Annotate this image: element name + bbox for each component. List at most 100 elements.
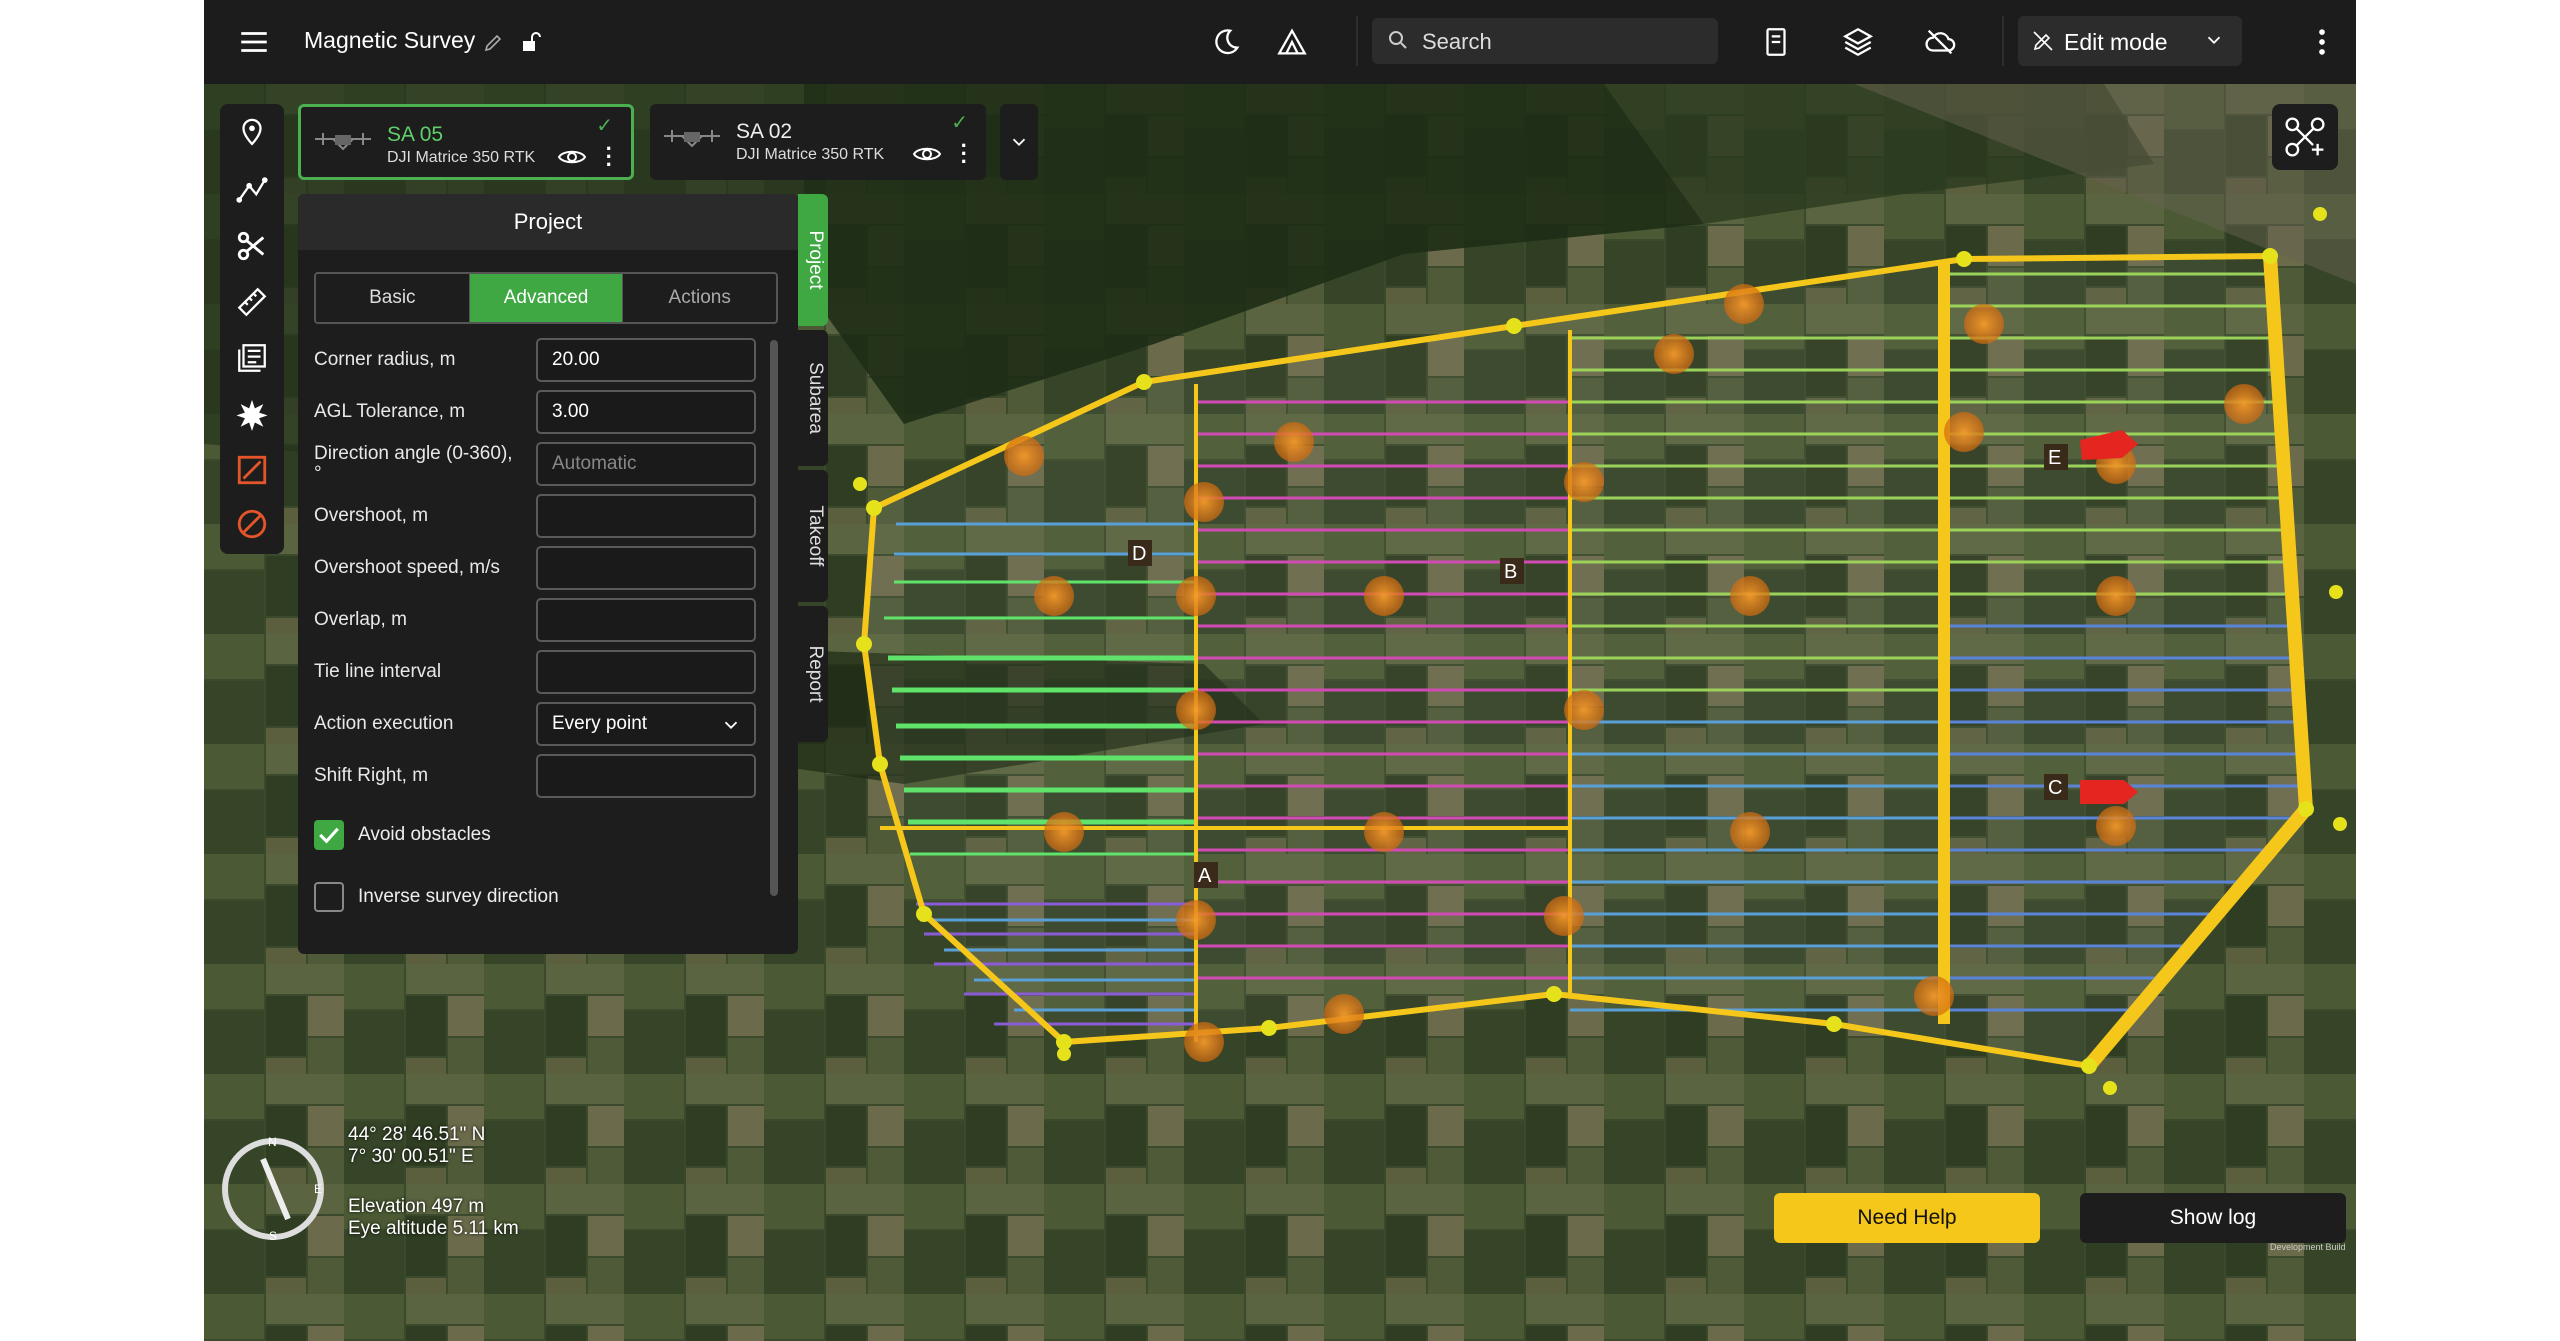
edit-mode-icon [2026, 24, 2060, 58]
waypoint-tool-icon[interactable] [230, 112, 274, 156]
side-tab-report[interactable]: Report [798, 606, 828, 742]
side-tab-takeoff-label: Takeoff [805, 505, 826, 567]
shift-right-row: Shift Right, m [314, 754, 764, 798]
side-tab-takeoff[interactable]: Takeoff [798, 470, 828, 602]
elevation-readout: Elevation 497 m Eye altitude 5.11 km [348, 1196, 519, 1240]
side-tab-project[interactable]: Project [798, 194, 828, 326]
corner-radius-row: Corner radius, m 20.00 [314, 338, 764, 382]
ruler-icon[interactable] [230, 280, 274, 324]
overlap-row: Overlap, m [314, 598, 764, 642]
check-icon [319, 827, 339, 844]
direction-angle-row: Direction angle (0-360), ° Automatic [314, 442, 764, 486]
visibility-icon[interactable] [557, 145, 587, 169]
tab-actions[interactable]: Actions [623, 274, 776, 322]
action-execution-label: Action execution [314, 713, 454, 734]
search-icon [1378, 20, 1418, 60]
latitude: 44° 28' 46.51" N [348, 1124, 486, 1145]
drone-name: SA 02 [736, 120, 793, 143]
left-toolbar [220, 104, 284, 554]
tab-advanced[interactable]: Advanced [469, 274, 624, 322]
marker-d-label: D [1132, 543, 1146, 565]
obstacle-burst-icon[interactable] [230, 392, 274, 436]
marker-b-label: B [1504, 561, 1517, 583]
drone-list-expand-button[interactable] [1000, 104, 1038, 180]
shift-right-input[interactable] [536, 754, 756, 798]
shift-right-label: Shift Right, m [314, 765, 429, 786]
check-icon: ✓ [951, 112, 968, 134]
search-input[interactable]: Search [1422, 29, 1492, 55]
tab-basic[interactable]: Basic [316, 274, 470, 322]
layers-icon[interactable] [1834, 18, 1882, 66]
cloud-off-icon[interactable] [1916, 18, 1964, 66]
overshoot-speed-row: Overshoot speed, m/s [314, 546, 764, 590]
unlock-icon[interactable] [510, 18, 550, 66]
no-fly-circle-icon[interactable] [230, 502, 274, 546]
scissors-icon[interactable] [230, 224, 274, 268]
overshoot-speed-input[interactable] [536, 546, 756, 590]
overshoot-input[interactable] [536, 494, 756, 538]
edit-title-icon[interactable] [474, 18, 514, 66]
top-bar: Magnetic Survey Search Edit mode [204, 0, 2356, 84]
marker-a[interactable]: A [1194, 862, 1218, 888]
tie-line-input[interactable] [536, 650, 756, 694]
check-icon: ✓ [596, 115, 613, 137]
terrain-icon[interactable] [1268, 18, 1316, 66]
compass[interactable]: N E S [218, 1134, 328, 1244]
show-log-button[interactable]: Show log [2080, 1193, 2346, 1243]
drone-card-sa02[interactable]: SA 02 DJI Matrice 350 RTK ✓ · · · [650, 104, 986, 180]
overshoot-label: Overshoot, m [314, 505, 429, 526]
drone-card-sa05[interactable]: SA 05 DJI Matrice 350 RTK ✓ · · · [298, 104, 634, 180]
more-vertical-icon[interactable] [2298, 18, 2346, 66]
tie-line-row: Tie line interval [314, 650, 764, 694]
elevation: Elevation 497 m [348, 1196, 485, 1217]
agl-tolerance-label: AGL Tolerance, m [314, 401, 466, 422]
side-tab-subarea[interactable]: Subarea [798, 330, 828, 466]
agl-tolerance-input[interactable]: 3.00 [536, 390, 756, 434]
inverse-survey-label: Inverse survey direction [358, 886, 559, 907]
overlap-input[interactable] [536, 598, 756, 642]
document-icon[interactable] [1752, 18, 1800, 66]
toolbar-divider [1356, 16, 1358, 66]
toolbar-divider [2002, 16, 2004, 66]
chevron-down-icon [2196, 22, 2232, 58]
project-panel: Project Basic Advanced Actions Corner ra… [298, 194, 798, 954]
avoid-obstacles-checkbox[interactable] [314, 820, 344, 850]
no-fly-zone-icon[interactable] [230, 448, 274, 492]
marker-b[interactable]: B [1500, 558, 1524, 584]
chevron-down-icon [724, 721, 738, 730]
side-tab-project-label: Project [805, 230, 826, 290]
side-tab-subarea-label: Subarea [805, 362, 826, 434]
polyline-tool-icon[interactable] [230, 168, 274, 212]
search-box[interactable]: Search [1372, 18, 1718, 64]
marker-e-label: E [2048, 447, 2061, 469]
longitude: 7° 30' 00.51" E [348, 1146, 474, 1167]
add-drone-button[interactable] [2272, 104, 2338, 170]
project-title: Magnetic Survey [304, 27, 476, 53]
panel-title: Project [298, 194, 798, 250]
edit-mode-label: Edit mode [2064, 29, 2168, 55]
more-vertical-icon[interactable]: · · · [606, 138, 613, 176]
compass-east-label: E [314, 1182, 322, 1196]
app-window: A B C D E Magnetic Survey Search Edit mo… [204, 0, 2356, 1341]
inverse-survey-checkbox[interactable] [314, 882, 344, 912]
avoid-obstacles-label: Avoid obstacles [358, 824, 491, 845]
panel-scrollbar[interactable] [770, 340, 778, 896]
marker-d[interactable]: D [1128, 540, 1152, 566]
action-execution-select[interactable]: Every point [536, 702, 756, 746]
overshoot-speed-label: Overshoot speed, m/s [314, 557, 500, 578]
compass-south-label: S [269, 1229, 277, 1243]
night-mode-icon[interactable] [1202, 18, 1250, 66]
drone-thumbnail [664, 130, 720, 148]
edit-mode-dropdown[interactable]: Edit mode [2018, 16, 2242, 66]
visibility-icon[interactable] [912, 142, 942, 166]
side-tab-report-label: Report [805, 645, 826, 703]
corner-radius-input[interactable]: 20.00 [536, 338, 756, 382]
menu-icon[interactable] [230, 18, 278, 66]
overshoot-row: Overshoot, m [314, 494, 764, 538]
need-help-button[interactable]: Need Help [1774, 1193, 2040, 1243]
direction-angle-input[interactable]: Automatic [536, 442, 756, 486]
action-execution-value: Every point [552, 713, 648, 734]
library-icon[interactable] [230, 336, 274, 380]
drone-model: DJI Matrice 350 RTK [736, 146, 885, 163]
more-vertical-icon[interactable]: · · · [961, 135, 968, 173]
